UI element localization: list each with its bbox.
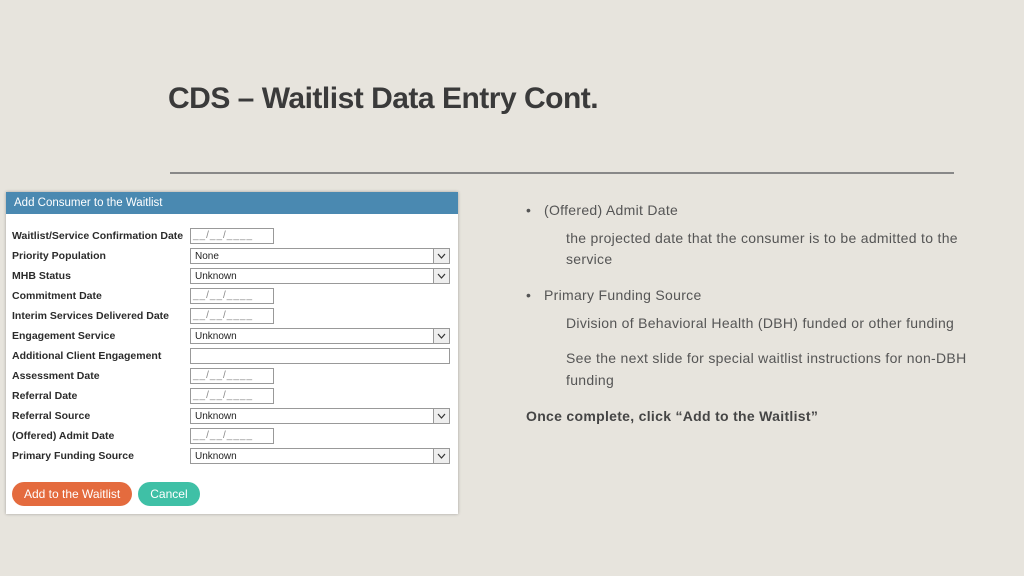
field-label: Assessment Date bbox=[12, 368, 190, 383]
field-row: Waitlist/Service Confirmation Date __/__… bbox=[12, 228, 452, 244]
bullet-text: Primary Funding Source bbox=[544, 285, 702, 307]
conclusion-text: Once complete, click “Add to the Waitlis… bbox=[526, 406, 970, 428]
field-label: (Offered) Admit Date bbox=[12, 428, 190, 443]
engagement-service-select[interactable]: Unknown bbox=[190, 328, 450, 344]
field-label: Waitlist/Service Confirmation Date bbox=[12, 228, 190, 243]
interim-services-date-input[interactable]: __/__/____ bbox=[190, 308, 274, 324]
bullet: • (Offered) Admit Date bbox=[526, 200, 970, 222]
field-row: MHB Status Unknown bbox=[12, 268, 452, 284]
field-row: Primary Funding Source Unknown bbox=[12, 448, 452, 464]
referral-source-select[interactable]: Unknown bbox=[190, 408, 450, 424]
offered-admit-date-input[interactable]: __/__/____ bbox=[190, 428, 274, 444]
field-label: Interim Services Delivered Date bbox=[12, 308, 190, 323]
field-row: Referral Source Unknown bbox=[12, 408, 452, 424]
field-row: Priority Population None bbox=[12, 248, 452, 264]
cancel-button[interactable]: Cancel bbox=[138, 482, 199, 506]
field-row: Referral Date __/__/____ bbox=[12, 388, 452, 404]
panel-header: Add Consumer to the Waitlist bbox=[6, 192, 458, 214]
mhb-status-select[interactable]: Unknown bbox=[190, 268, 450, 284]
field-row: Additional Client Engagement bbox=[12, 348, 452, 364]
field-label: Referral Date bbox=[12, 388, 190, 403]
select-value: Unknown bbox=[193, 451, 237, 462]
field-label: Additional Client Engagement bbox=[12, 348, 190, 363]
additional-engagement-input[interactable] bbox=[190, 348, 450, 364]
field-row: (Offered) Admit Date __/__/____ bbox=[12, 428, 452, 444]
field-row: Assessment Date __/__/____ bbox=[12, 368, 452, 384]
add-to-waitlist-button[interactable]: Add to the Waitlist bbox=[12, 482, 132, 506]
select-value: None bbox=[193, 251, 219, 262]
divider bbox=[170, 172, 954, 174]
bullet-dot: • bbox=[526, 285, 544, 307]
bullet-text: (Offered) Admit Date bbox=[544, 200, 678, 222]
form-body: Waitlist/Service Confirmation Date __/__… bbox=[6, 214, 458, 476]
confirmation-date-input[interactable]: __/__/____ bbox=[190, 228, 274, 244]
field-row: Engagement Service Unknown bbox=[12, 328, 452, 344]
select-value: Unknown bbox=[193, 411, 237, 422]
bullet-sub: See the next slide for special waitlist … bbox=[566, 348, 970, 391]
chevron-down-icon bbox=[433, 269, 449, 283]
commitment-date-input[interactable]: __/__/____ bbox=[190, 288, 274, 304]
field-label: MHB Status bbox=[12, 268, 190, 283]
chevron-down-icon bbox=[433, 249, 449, 263]
field-row: Commitment Date __/__/____ bbox=[12, 288, 452, 304]
field-label: Priority Population bbox=[12, 248, 190, 263]
field-label: Engagement Service bbox=[12, 328, 190, 343]
assessment-date-input[interactable]: __/__/____ bbox=[190, 368, 274, 384]
bullet-dot: • bbox=[526, 200, 544, 222]
referral-date-input[interactable]: __/__/____ bbox=[190, 388, 274, 404]
button-bar: Add to the Waitlist Cancel bbox=[6, 476, 458, 514]
select-value: Unknown bbox=[193, 271, 237, 282]
field-label: Commitment Date bbox=[12, 288, 190, 303]
page-title: CDS – Waitlist Data Entry Cont. bbox=[168, 82, 598, 116]
bullet-sub: the projected date that the consumer is … bbox=[566, 228, 970, 271]
bullet-sub: Division of Behavioral Health (DBH) fund… bbox=[566, 313, 970, 335]
chevron-down-icon bbox=[433, 329, 449, 343]
field-label: Primary Funding Source bbox=[12, 448, 190, 463]
chevron-down-icon bbox=[433, 409, 449, 423]
field-label: Referral Source bbox=[12, 408, 190, 423]
priority-population-select[interactable]: None bbox=[190, 248, 450, 264]
funding-source-select[interactable]: Unknown bbox=[190, 448, 450, 464]
bullet: • Primary Funding Source bbox=[526, 285, 970, 307]
field-row: Interim Services Delivered Date __/__/__… bbox=[12, 308, 452, 324]
chevron-down-icon bbox=[433, 449, 449, 463]
waitlist-form-panel: Add Consumer to the Waitlist Waitlist/Se… bbox=[6, 192, 458, 514]
notes-area: • (Offered) Admit Date the projected dat… bbox=[526, 198, 970, 428]
select-value: Unknown bbox=[193, 331, 237, 342]
